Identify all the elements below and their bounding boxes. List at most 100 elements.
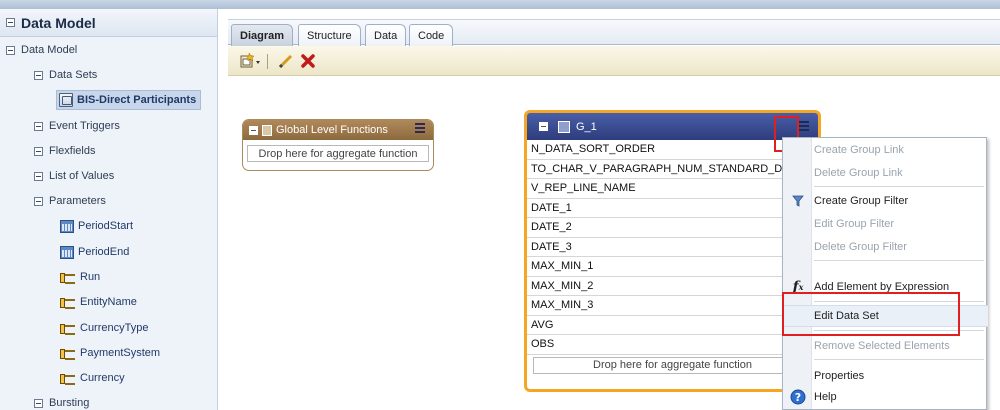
- new-dataset-icon[interactable]: [240, 52, 262, 70]
- aggregate-drop-zone[interactable]: Drop here for aggregate function: [247, 145, 429, 162]
- column-row[interactable]: V_REP_LINE_NAME: [527, 179, 818, 199]
- selected-dataset[interactable]: BIS-Direct Participants: [56, 90, 202, 110]
- param-label: CurrencyType: [80, 322, 149, 334]
- column-row[interactable]: MAX_MIN_3: [527, 296, 818, 316]
- tree-item-list-of-values[interactable]: List of Values: [34, 166, 114, 186]
- menu-item-properties[interactable]: Properties: [783, 365, 988, 387]
- tree-item-label: Bursting: [49, 397, 90, 409]
- collapse-icon[interactable]: [34, 146, 43, 156]
- column-row[interactable]: MAX_MIN_2: [527, 277, 818, 296]
- menu-item-remove-selected-elements[interactable]: Remove Selected Elements: [783, 335, 988, 357]
- menu-item-create-group-filter[interactable]: Create Group Filter: [783, 190, 988, 212]
- column-row[interactable]: MAX_MIN_1: [527, 257, 818, 277]
- menu-item-help[interactable]: ? Help: [783, 386, 988, 408]
- collapse-icon[interactable]: [6, 18, 15, 27]
- menu-item-edit-group-filter[interactable]: Edit Group Filter: [783, 213, 988, 235]
- column-row[interactable]: AVG: [527, 316, 818, 335]
- highlight-edit-data-set: [782, 292, 960, 336]
- tree-item-param[interactable]: Run: [60, 267, 100, 287]
- param-label: PeriodEnd: [78, 246, 130, 258]
- help-icon: ?: [790, 389, 806, 405]
- tab-diagram[interactable]: Diagram: [231, 24, 294, 47]
- tree-item-param[interactable]: PaymentSystem: [60, 343, 160, 363]
- tree-item-param[interactable]: EntityName: [60, 292, 137, 312]
- list-param-icon: [60, 373, 76, 385]
- glf-header[interactable]: Global Level Functions: [243, 120, 433, 140]
- group-aggregate-drop-zone[interactable]: Drop here for aggregate function: [533, 356, 812, 374]
- filter-icon: [790, 193, 806, 209]
- pencil-icon[interactable]: [278, 52, 294, 70]
- collapse-icon[interactable]: [34, 196, 43, 206]
- menu-item-label: Delete Group Link: [814, 167, 903, 179]
- top-stripe: [0, 0, 1000, 9]
- list-param-icon: [60, 272, 76, 284]
- tree-item-parameters[interactable]: Parameters: [34, 191, 106, 211]
- tree-item-event-triggers[interactable]: Event Triggers: [34, 116, 120, 136]
- tree-item-param[interactable]: CurrencyType: [60, 318, 148, 338]
- tree-item-label: Event Triggers: [49, 120, 120, 132]
- column-row[interactable]: TO_CHAR_V_PARAGRAPH_NUM_STANDARD_DOC_: [527, 160, 818, 179]
- collapse-icon[interactable]: [249, 125, 258, 135]
- column-row[interactable]: OBS: [527, 335, 818, 355]
- collapse-icon[interactable]: [34, 70, 43, 80]
- tree-item-flexfields[interactable]: Flexfields: [34, 141, 95, 161]
- collapse-icon[interactable]: [34, 171, 43, 181]
- tab-strip: Diagram Structure Data Code: [228, 19, 1000, 47]
- tree-item-label: Data Model: [21, 44, 78, 56]
- panel-title: Data Model: [21, 14, 96, 31]
- data-model-panel: Data Model Data Model Data Sets BIS-Dire…: [0, 9, 218, 410]
- tree-item-data-sets[interactable]: Data Sets: [34, 65, 97, 85]
- dataset-icon: [59, 93, 73, 107]
- group-context-menu: Create Group Link Delete Group Link Crea…: [782, 137, 988, 410]
- menu-item-label: Properties: [814, 370, 865, 382]
- param-label: PaymentSystem: [80, 347, 161, 359]
- panel-header[interactable]: Data Model: [0, 9, 217, 37]
- collapse-icon[interactable]: [34, 121, 43, 131]
- menu-icon[interactable]: [415, 123, 427, 133]
- global-level-functions-box[interactable]: Global Level Functions Drop here for agg…: [242, 119, 434, 171]
- tree-item-label: List of Values: [49, 170, 115, 182]
- function-table-icon: [262, 124, 272, 136]
- glf-title: Global Level Functions: [276, 124, 388, 136]
- column-row[interactable]: DATE_2: [527, 218, 818, 238]
- param-label: EntityName: [80, 296, 137, 308]
- column-row[interactable]: DATE_1: [527, 199, 818, 218]
- param-label: Currency: [80, 372, 125, 384]
- param-label: Run: [80, 271, 101, 283]
- tab-structure[interactable]: Structure: [298, 24, 361, 46]
- list-param-icon: [60, 348, 76, 360]
- menu-item-label: Remove Selected Elements: [814, 340, 950, 352]
- tree-item-label: Flexfields: [49, 145, 96, 157]
- menu-item-label: Delete Group Filter: [814, 241, 907, 253]
- group-icon: [558, 120, 570, 133]
- diagram-panel: Diagram Structure Data Code Global Level…: [228, 9, 1000, 410]
- tree-item-label: Parameters: [49, 195, 106, 207]
- tab-code[interactable]: Code: [409, 24, 454, 46]
- toolbar: [228, 46, 1000, 76]
- tree-item-param[interactable]: Currency: [60, 368, 125, 388]
- menu-item-delete-group-filter[interactable]: Delete Group Filter: [783, 236, 988, 258]
- dataset-label: BIS-Direct Participants: [77, 94, 197, 106]
- tree-item-bursting[interactable]: Bursting: [34, 393, 89, 410]
- menu-item-create-group-link[interactable]: Create Group Link: [783, 139, 988, 161]
- collapse-icon[interactable]: [34, 398, 43, 408]
- tree-item-selected-dataset[interactable]: BIS-Direct Participants: [56, 90, 202, 110]
- tab-data[interactable]: Data: [365, 24, 407, 46]
- calendar-icon: [60, 245, 74, 259]
- group-title: G_1: [576, 120, 597, 133]
- delete-icon[interactable]: [300, 52, 316, 70]
- tree-item-param[interactable]: PeriodEnd: [60, 242, 129, 262]
- param-label: PeriodStart: [78, 220, 134, 232]
- tree-item-param[interactable]: PeriodStart: [60, 216, 133, 236]
- column-row[interactable]: DATE_3: [527, 238, 818, 257]
- collapse-icon[interactable]: [6, 45, 15, 55]
- toolbar-separator: [267, 54, 268, 69]
- menu-item-label: Help: [814, 391, 837, 403]
- calendar-icon: [60, 219, 74, 233]
- tree-item-data-model[interactable]: Data Model: [6, 40, 77, 60]
- menu-item-delete-group-link[interactable]: Delete Group Link: [783, 162, 988, 184]
- group-box[interactable]: G_1 N_DATA_SORT_ORDER TO_CHAR_V_PARAGRAP…: [524, 110, 821, 392]
- menu-separator: [814, 186, 984, 187]
- collapse-icon[interactable]: [539, 122, 548, 131]
- list-param-icon: [60, 323, 76, 335]
